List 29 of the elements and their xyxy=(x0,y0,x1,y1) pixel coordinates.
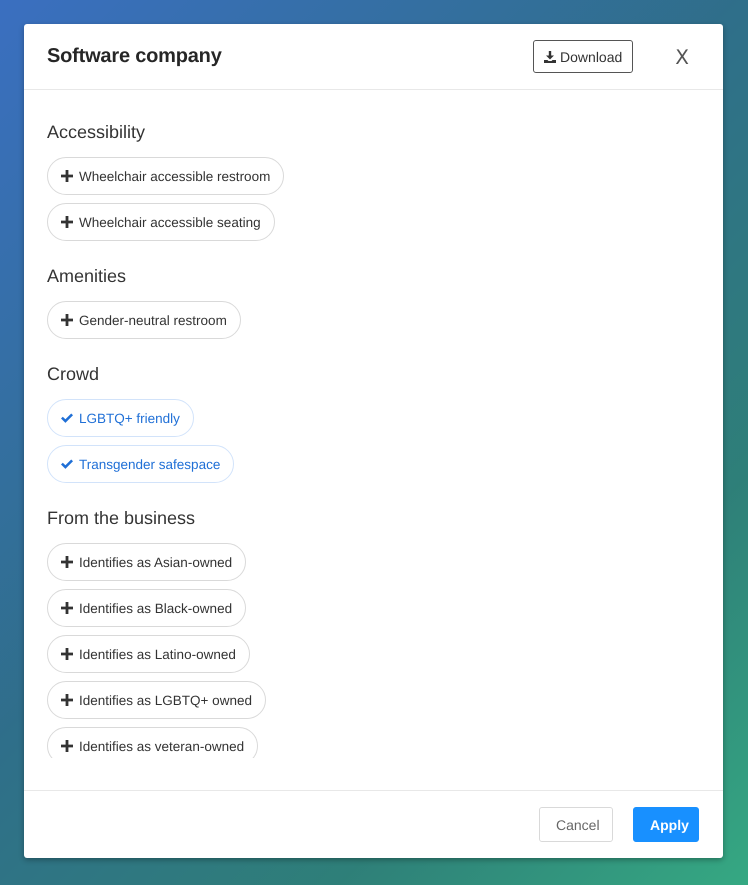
tag-chip[interactable]: Wheelchair accessible seating xyxy=(47,203,275,241)
tag-chip[interactable]: Identifies as Asian-owned xyxy=(47,543,246,581)
plus-icon xyxy=(61,694,73,706)
plus-icon xyxy=(61,556,73,568)
section-title: Amenities xyxy=(47,266,126,286)
tag-chip[interactable]: Identifies as Latino-owned xyxy=(47,635,250,673)
plus-icon xyxy=(61,216,73,228)
tag-chip[interactable]: Gender-neutral restroom xyxy=(47,301,241,339)
section-title: Accessibility xyxy=(47,122,146,142)
tag-chip[interactable]: Transgender safespace xyxy=(47,445,234,483)
plus-icon xyxy=(61,648,73,660)
tag-chip[interactable]: Identifies as Black-owned xyxy=(47,589,246,627)
download-icon xyxy=(544,50,556,62)
dialog-title: Software company xyxy=(47,45,223,68)
tag-chip[interactable]: Identifies as LGBTQ+ owned xyxy=(47,681,266,719)
close-button[interactable]: X xyxy=(671,44,693,68)
cancel-button[interactable]: Cancel xyxy=(539,807,613,842)
plus-icon xyxy=(61,740,73,752)
download-button[interactable]: Download xyxy=(533,40,634,73)
tag-chip[interactable]: Identifies as veteran-owned xyxy=(47,727,258,758)
plus-icon xyxy=(61,314,73,326)
tag-chip[interactable]: Wheelchair accessible restroom xyxy=(47,157,284,195)
section-title: From the business xyxy=(47,508,196,528)
plus-icon xyxy=(61,170,73,182)
section-title: Crowd xyxy=(47,364,100,384)
tag-chip[interactable]: LGBTQ+ friendly xyxy=(47,399,194,437)
check-icon xyxy=(61,412,73,424)
plus-icon xyxy=(61,602,73,614)
check-icon xyxy=(61,458,73,470)
